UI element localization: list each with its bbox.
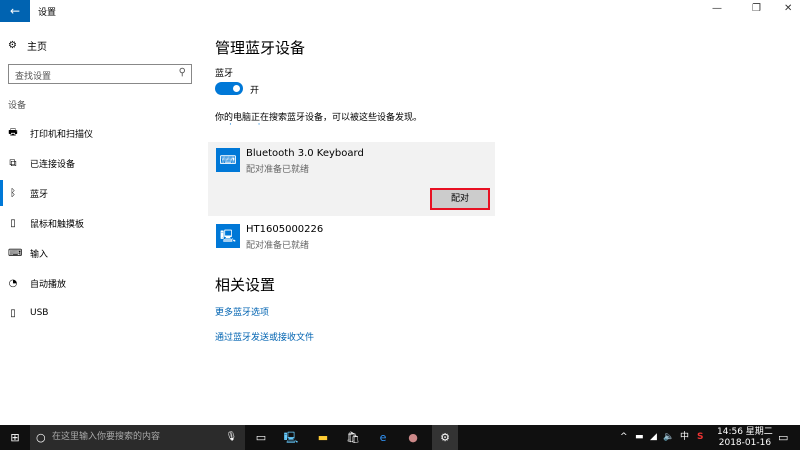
sidebar: ⚙ 主页 查找设置 ⚲ 设备 🖶 打印机和扫描仪 ⧉ 已连接设备 ᛒ 蓝牙 ▯ 鼠标和触摸板… bbox=[0, 22, 200, 425]
clock[interactable]: 14:56 星期二 2018-01-16 bbox=[717, 427, 773, 449]
date: 2018-01-16 bbox=[718, 438, 772, 448]
device-icon: 🖳 bbox=[216, 224, 240, 248]
sidebar-item-bluetooth[interactable]: ᛒ 蓝牙 bbox=[0, 180, 200, 206]
wifi-icon[interactable]: ◢ bbox=[650, 425, 657, 450]
search-icon: ⚲ bbox=[178, 67, 186, 78]
title-bar: ← 设置 — ❐ ✕ bbox=[0, 0, 800, 22]
battery-icon[interactable]: ▬ bbox=[635, 425, 644, 450]
show-hidden-icons[interactable]: ^ bbox=[620, 425, 628, 450]
keyboard-icon: ⌨ bbox=[8, 247, 23, 259]
file-explorer-icon[interactable]: ▬ bbox=[312, 425, 334, 450]
bluetooth-icon: ᛒ bbox=[10, 187, 16, 199]
keyboard-icon: ⌨ bbox=[216, 148, 240, 172]
sidebar-item-printers[interactable]: 🖶 打印机和扫描仪 bbox=[0, 120, 200, 146]
sidebar-item-typing[interactable]: ⌨ 输入 bbox=[0, 240, 200, 266]
back-button[interactable]: ← bbox=[0, 0, 30, 22]
start-button[interactable]: ⊞ bbox=[0, 425, 30, 450]
sidebar-item-connected-devices[interactable]: ⧉ 已连接设备 bbox=[0, 150, 200, 176]
sidebar-item-mouse[interactable]: ▯ 鼠标和触摸板 bbox=[0, 210, 200, 236]
sogou-icon[interactable]: S bbox=[697, 425, 703, 450]
sidebar-home[interactable]: ⚙ 主页 bbox=[8, 38, 47, 53]
more-bluetooth-options-link[interactable]: 更多蓝牙选项 bbox=[215, 305, 269, 318]
autoplay-icon: ◔ bbox=[8, 277, 18, 289]
device-item[interactable]: 🖳 HT1605000226 配对准备已就绪 bbox=[208, 218, 495, 254]
devices-icon: ⧉ bbox=[9, 157, 17, 169]
page-title: 管理蓝牙设备 bbox=[215, 39, 306, 57]
printer-icon: 🖶 bbox=[8, 126, 18, 138]
home-label: 主页 bbox=[26, 42, 47, 53]
taskbar-search[interactable]: ○ 在这里输入你要搜索的内容 🎙 bbox=[30, 425, 245, 450]
task-view-icon[interactable]: ▭ bbox=[250, 425, 272, 450]
pair-button[interactable]: 配对 bbox=[430, 188, 490, 210]
bluetooth-label: 蓝牙 bbox=[215, 69, 234, 79]
send-receive-files-link[interactable]: 通过蓝牙发送或接收文件 bbox=[215, 330, 314, 343]
close-button[interactable]: ✕ bbox=[784, 3, 792, 14]
search-placeholder: 在这里输入你要搜索的内容 bbox=[52, 432, 161, 442]
app-icon[interactable]: ● bbox=[402, 425, 424, 450]
searching-dots: · · bbox=[229, 120, 261, 130]
sidebar-item-usb[interactable]: ▯ USB bbox=[0, 300, 200, 326]
device-status: 配对准备已就绪 bbox=[246, 165, 310, 175]
cortana-icon: ○ bbox=[36, 431, 46, 444]
label: 自动播放 bbox=[30, 279, 67, 290]
store-icon[interactable]: 🛍 bbox=[342, 425, 364, 450]
label: 输入 bbox=[30, 249, 49, 260]
gear-icon: ⚙ bbox=[8, 40, 17, 51]
label: 鼠标和触摸板 bbox=[30, 219, 85, 230]
time: 14:56 星期二 bbox=[717, 427, 773, 437]
action-center-icon[interactable]: ▭ bbox=[778, 425, 788, 450]
device-name: Bluetooth 3.0 Keyboard bbox=[246, 148, 364, 159]
device-status: 配对准备已就绪 bbox=[246, 241, 310, 251]
usb-icon: ▯ bbox=[10, 307, 16, 319]
computer-icon[interactable]: 🖳 bbox=[280, 425, 302, 450]
volume-icon[interactable]: 🔈 bbox=[663, 425, 674, 450]
settings-icon[interactable]: ⚙ bbox=[432, 425, 458, 450]
search-placeholder: 查找设置 bbox=[15, 72, 52, 82]
toggle-state: 开 bbox=[250, 86, 260, 96]
microphone-icon: 🎙 bbox=[225, 432, 237, 442]
edge-icon[interactable]: e bbox=[372, 425, 394, 450]
taskbar: ⊞ ○ 在这里输入你要搜索的内容 🎙 ▭ 🖳 ▬ 🛍 e ● ⚙ ^ ▬ ◢ 🔈 中… bbox=[0, 425, 800, 450]
device-item[interactable]: ⌨ Bluetooth 3.0 Keyboard 配对准备已就绪 配对 bbox=[208, 142, 495, 216]
label: 已连接设备 bbox=[30, 159, 76, 170]
related-settings-title: 相关设置 bbox=[215, 276, 276, 294]
ime-indicator[interactable]: 中 bbox=[680, 425, 689, 450]
mouse-icon: ▯ bbox=[10, 217, 16, 229]
label: 打印机和扫描仪 bbox=[30, 129, 94, 140]
device-name: HT1605000226 bbox=[246, 224, 324, 235]
label: USB bbox=[30, 308, 49, 318]
search-input[interactable]: 查找设置 ⚲ bbox=[8, 64, 192, 84]
sidebar-item-autoplay[interactable]: ◔ 自动播放 bbox=[0, 270, 200, 296]
section-header: 设备 bbox=[8, 101, 27, 111]
bluetooth-toggle[interactable] bbox=[215, 82, 243, 95]
minimize-button[interactable]: — bbox=[712, 3, 722, 14]
maximize-button[interactable]: ❐ bbox=[752, 3, 761, 14]
app-title: 设置 bbox=[38, 8, 57, 18]
label: 蓝牙 bbox=[30, 189, 49, 200]
